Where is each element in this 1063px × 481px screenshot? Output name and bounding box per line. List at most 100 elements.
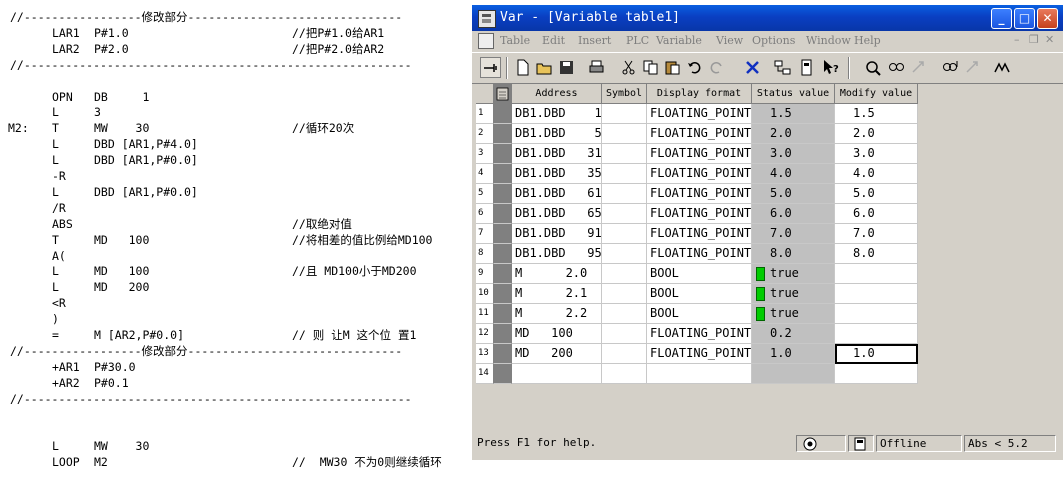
display-format-cell[interactable]: FLOATING_POINT: [647, 324, 752, 344]
row-selector[interactable]: [494, 164, 512, 184]
display-format-cell[interactable]: FLOATING_POINT: [647, 184, 752, 204]
modify-value-cell[interactable]: [835, 264, 918, 284]
table-row[interactable]: 8 DB1.DBD 95 FLOATING_POINT 8.0 8.0: [476, 244, 918, 264]
address-cell[interactable]: MD 200: [512, 344, 602, 364]
update-status-icon[interactable]: [886, 57, 907, 78]
address-cell[interactable]: DB1.DBD 61: [512, 184, 602, 204]
row-selector[interactable]: [494, 324, 512, 344]
display-format-cell[interactable]: BOOL: [647, 264, 752, 284]
row-number[interactable]: 4: [476, 164, 494, 184]
redo-icon[interactable]: [706, 57, 727, 78]
modify-value-cell[interactable]: 4.0: [835, 164, 918, 184]
title-bar[interactable]: Var - [Variable table1] _ □ ✕: [472, 5, 1063, 31]
row-number[interactable]: 1: [476, 104, 494, 124]
display-format-cell[interactable]: FLOATING_POINT: [647, 124, 752, 144]
address-cell[interactable]: M 2.2: [512, 304, 602, 324]
modify-value-cell[interactable]: 1.0: [835, 344, 918, 364]
modify-value-cell[interactable]: 8.0: [835, 244, 918, 264]
row-number[interactable]: 14: [476, 364, 494, 384]
display-format-cell[interactable]: FLOATING_POINT: [647, 144, 752, 164]
status-value-cell[interactable]: 0.2: [752, 324, 835, 344]
menu-window[interactable]: Window: [806, 34, 851, 47]
monitor-icon[interactable]: [864, 57, 885, 78]
col-symbol[interactable]: Symbol: [602, 84, 647, 104]
display-format-cell[interactable]: [647, 364, 752, 384]
status-value-cell[interactable]: true: [752, 264, 835, 284]
row-number[interactable]: 3: [476, 144, 494, 164]
status-value-cell[interactable]: 1.0: [752, 344, 835, 364]
symbol-cell[interactable]: [602, 204, 647, 224]
paste-icon[interactable]: [662, 57, 683, 78]
col-status-value[interactable]: Status value: [752, 84, 835, 104]
row-number[interactable]: 2: [476, 124, 494, 144]
status-value-cell[interactable]: 3.0: [752, 144, 835, 164]
mdi-restore-icon[interactable]: ❐: [1029, 33, 1039, 46]
status-value-cell[interactable]: true: [752, 304, 835, 324]
menu-plc[interactable]: PLC: [626, 34, 649, 47]
save-icon[interactable]: [556, 57, 577, 78]
modify-value-cell[interactable]: 6.0: [835, 204, 918, 224]
delete-icon[interactable]: [742, 57, 763, 78]
network-icon[interactable]: [772, 57, 793, 78]
document-icon[interactable]: [478, 33, 494, 49]
menu-help[interactable]: Help: [854, 34, 881, 47]
table-row[interactable]: 9 M 2.0 BOOL true: [476, 264, 918, 284]
help-pointer-icon[interactable]: ?: [820, 57, 841, 78]
address-cell[interactable]: DB1.DBD 95: [512, 244, 602, 264]
row-selector[interactable]: [494, 224, 512, 244]
col-address[interactable]: Address: [512, 84, 602, 104]
pin-icon[interactable]: [480, 57, 501, 78]
table-row[interactable]: 4 DB1.DBD 35 FLOATING_POINT 4.0 4.0: [476, 164, 918, 184]
modify-icon[interactable]: [908, 57, 929, 78]
modify-value-cell[interactable]: 2.0: [835, 124, 918, 144]
address-cell[interactable]: DB1.DBD 35: [512, 164, 602, 184]
address-cell[interactable]: [512, 364, 602, 384]
table-row[interactable]: 12 MD 100 FLOATING_POINT 0.2: [476, 324, 918, 344]
menu-view[interactable]: View: [716, 34, 743, 47]
symbol-cell[interactable]: [602, 224, 647, 244]
table-row[interactable]: 13 MD 200 FLOATING_POINT 1.0 1.0: [476, 344, 918, 364]
open-icon[interactable]: [534, 57, 555, 78]
status-value-cell[interactable]: [752, 364, 835, 384]
symbol-cell[interactable]: [602, 264, 647, 284]
close-button[interactable]: ✕: [1037, 8, 1058, 29]
address-cell[interactable]: DB1.DBD 65: [512, 204, 602, 224]
modify-value-cell[interactable]: [835, 324, 918, 344]
modify-value-cell[interactable]: 3.0: [835, 144, 918, 164]
symbol-cell[interactable]: [602, 284, 647, 304]
status-value-cell[interactable]: 5.0: [752, 184, 835, 204]
symbol-cell[interactable]: [602, 304, 647, 324]
row-number[interactable]: 13: [476, 344, 494, 364]
display-format-cell[interactable]: BOOL: [647, 304, 752, 324]
table-row[interactable]: 10 M 2.1 BOOL true: [476, 284, 918, 304]
symbol-cell[interactable]: [602, 164, 647, 184]
row-selector[interactable]: [494, 344, 512, 364]
row-number[interactable]: 12: [476, 324, 494, 344]
row-selector[interactable]: [494, 304, 512, 324]
display-format-cell[interactable]: FLOATING_POINT: [647, 204, 752, 224]
row-number[interactable]: 11: [476, 304, 494, 324]
status-value-cell[interactable]: true: [752, 284, 835, 304]
row-number[interactable]: 9: [476, 264, 494, 284]
row-selector[interactable]: [494, 144, 512, 164]
address-cell[interactable]: DB1.DBD 5: [512, 124, 602, 144]
trigger-icon[interactable]: [940, 57, 961, 78]
maximize-button[interactable]: □: [1014, 8, 1035, 29]
modify-value-cell[interactable]: 1.5: [835, 104, 918, 124]
status-value-cell[interactable]: 6.0: [752, 204, 835, 224]
row-selector[interactable]: [494, 104, 512, 124]
row-number[interactable]: 8: [476, 244, 494, 264]
symbol-cell[interactable]: [602, 144, 647, 164]
accessible-nodes-icon[interactable]: [796, 57, 817, 78]
selector-header[interactable]: [494, 84, 512, 104]
symbol-cell[interactable]: [602, 324, 647, 344]
modify-value-cell[interactable]: [835, 304, 918, 324]
status-value-cell[interactable]: 1.5: [752, 104, 835, 124]
table-row[interactable]: 1 DB1.DBD 1 FLOATING_POINT 1.5 1.5: [476, 104, 918, 124]
mdi-close-icon[interactable]: ✕: [1045, 33, 1054, 46]
table-row[interactable]: 3 DB1.DBD 31 FLOATING_POINT 3.0 3.0: [476, 144, 918, 164]
display-format-cell[interactable]: FLOATING_POINT: [647, 244, 752, 264]
row-selector[interactable]: [494, 124, 512, 144]
table-row[interactable]: 6 DB1.DBD 65 FLOATING_POINT 6.0 6.0: [476, 204, 918, 224]
symbol-cell[interactable]: [602, 124, 647, 144]
